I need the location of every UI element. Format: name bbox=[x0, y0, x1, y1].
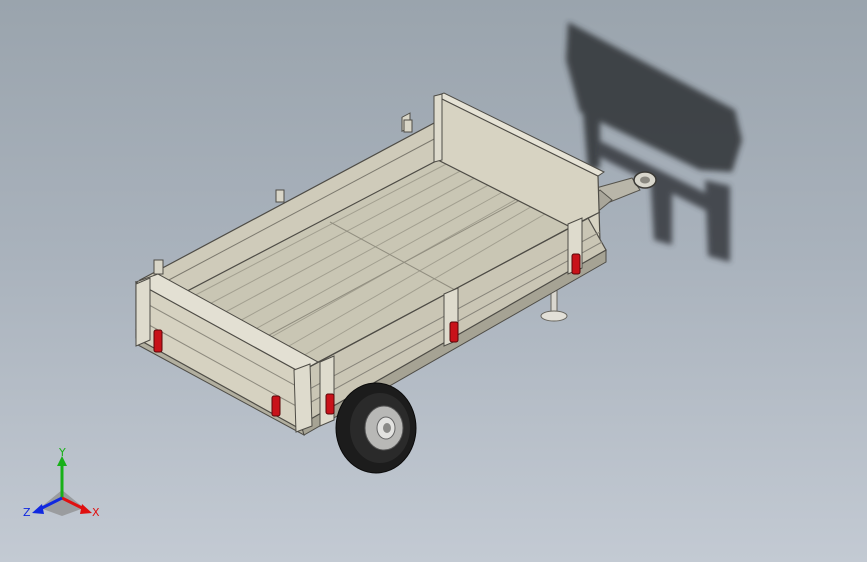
latch-rear-right[interactable] bbox=[271, 395, 281, 417]
latch-rear-left[interactable] bbox=[153, 329, 163, 353]
latch-side-3[interactable] bbox=[571, 253, 581, 275]
triad-x-arrow bbox=[80, 504, 92, 514]
latch-side-2[interactable] bbox=[449, 321, 459, 343]
view-orientation-triad[interactable]: Y X Z bbox=[22, 446, 104, 526]
graphics-viewport[interactable]: Y X Z bbox=[0, 0, 867, 562]
latch-side-1[interactable] bbox=[325, 393, 335, 415]
trailer-wheel[interactable] bbox=[335, 382, 417, 474]
triad-z-arrow bbox=[32, 504, 44, 514]
triad-y-label: Y bbox=[58, 446, 66, 459]
triad-x-label: X bbox=[92, 506, 100, 519]
trailer-model-view[interactable] bbox=[0, 0, 867, 562]
triad-z-label: Z bbox=[23, 506, 31, 519]
